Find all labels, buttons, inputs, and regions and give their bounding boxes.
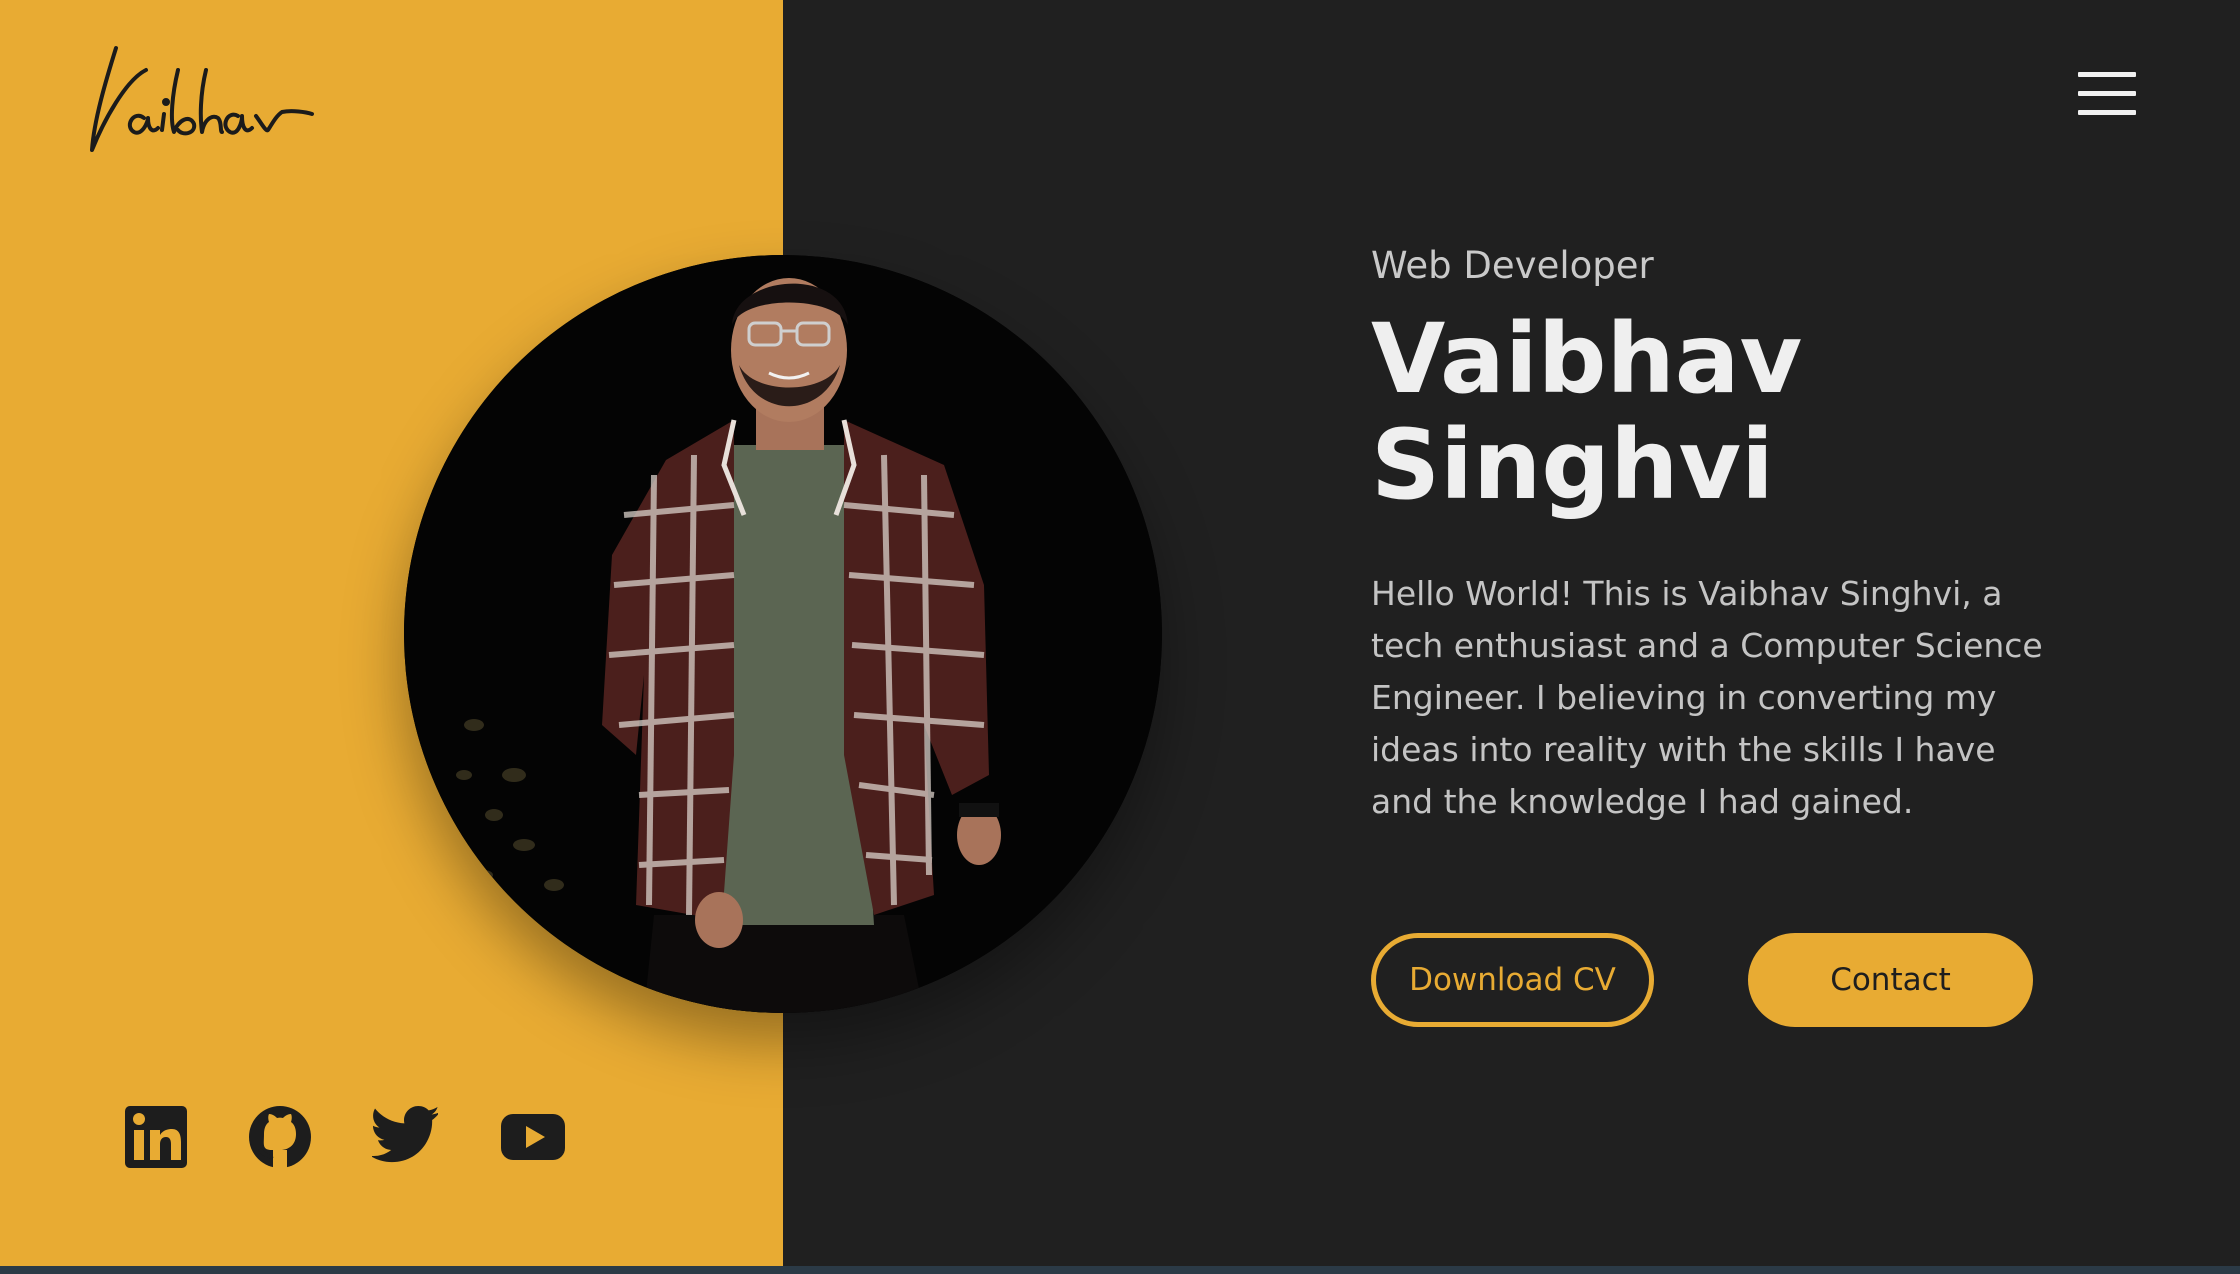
linkedin-icon[interactable]: [123, 1104, 189, 1170]
bottom-strip: [0, 1266, 2240, 1274]
profile-photo: [404, 255, 1162, 1013]
youtube-icon[interactable]: [500, 1104, 566, 1170]
contact-button[interactable]: Contact: [1748, 933, 2033, 1027]
signature-logo[interactable]: [86, 40, 316, 160]
bio-paragraph: Hello World! This is Vaibhav Singhvi, a …: [1371, 574, 2043, 821]
role-subtitle: Web Developer: [1371, 244, 1654, 287]
hero-name: Vaibhav Singhvi: [1371, 306, 2051, 518]
hamburger-menu-icon[interactable]: [2078, 72, 2140, 116]
twitter-icon[interactable]: [372, 1104, 438, 1170]
github-icon[interactable]: [247, 1104, 313, 1170]
last-name: Singhvi: [1371, 409, 1774, 521]
download-cv-button[interactable]: Download CV: [1371, 933, 1654, 1027]
hero-section: Web Developer Vaibhav Singhvi Hello Worl…: [1371, 240, 2051, 828]
first-name: Vaibhav: [1371, 303, 1803, 415]
